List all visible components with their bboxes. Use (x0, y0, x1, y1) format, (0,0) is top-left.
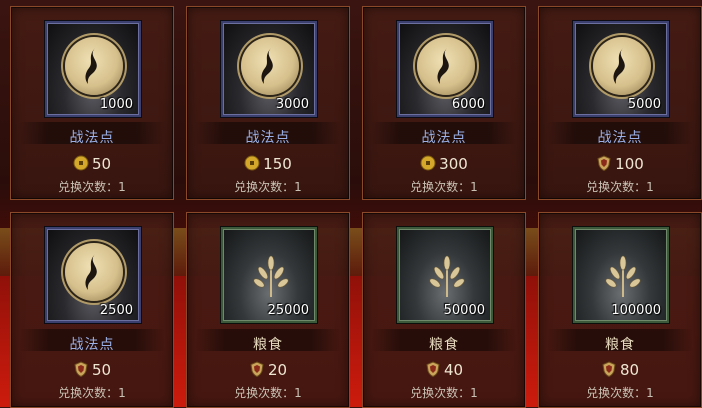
exchange-item-card[interactable]: 100000 粮食 80 兑换次数：1 (538, 212, 702, 408)
exchange-item-card[interactable]: 1000 战法点 50 兑换次数：1 (10, 6, 174, 200)
exchange-item-card[interactable]: 50000 粮食 40 兑换次数：1 (362, 212, 526, 408)
tactic-point-icon (65, 37, 123, 95)
item-icon-frame: 5000 (573, 21, 669, 117)
price-value: 20 (267, 361, 288, 379)
coin-icon (420, 155, 436, 171)
item-name: 战法点 (245, 130, 291, 146)
exchange-limit: 兑换次数：1 (58, 386, 126, 400)
item-quantity: 2500 (99, 303, 133, 318)
price-value: 100 (615, 155, 644, 173)
tactic-point-icon (593, 37, 651, 95)
price-value: 50 (91, 155, 112, 173)
item-quantity: 3000 (275, 97, 309, 112)
grain-icon (605, 255, 641, 297)
tactic-point-icon (65, 243, 123, 301)
price-value: 300 (439, 155, 468, 173)
item-quantity: 5000 (627, 97, 661, 112)
item-price: 100 (539, 155, 701, 173)
item-quantity: 100000 (611, 303, 661, 318)
item-name: 战法点 (421, 130, 467, 146)
item-quantity: 1000 (99, 97, 133, 112)
item-name: 粮食 (253, 337, 283, 353)
exchange-item-card[interactable]: 3000 战法点 150 兑换次数：1 (186, 6, 350, 200)
exchange-limit: 兑换次数：1 (586, 180, 654, 194)
item-price: 50 (11, 155, 173, 173)
exchange-limit: 兑换次数：1 (234, 180, 302, 194)
exchange-limit: 兑换次数：1 (410, 386, 478, 400)
exchange-item-card[interactable]: 5000 战法点 100 兑换次数：1 (538, 6, 702, 200)
item-quantity: 25000 (267, 303, 309, 318)
item-name: 战法点 (69, 130, 115, 146)
shield-token-icon (597, 155, 611, 171)
item-price: 40 (363, 361, 525, 379)
item-price: 50 (11, 361, 173, 379)
price-value: 80 (619, 361, 640, 379)
item-icon-frame: 100000 (573, 227, 669, 323)
shield-token-icon (250, 361, 264, 377)
grain-icon (253, 255, 289, 297)
shield-token-icon (74, 361, 88, 377)
item-icon-frame: 3000 (221, 21, 317, 117)
item-name: 粮食 (429, 337, 459, 353)
item-icon-frame: 6000 (397, 21, 493, 117)
exchange-item-card[interactable]: 6000 战法点 300 兑换次数：1 (362, 6, 526, 200)
item-price: 20 (187, 361, 349, 379)
exchange-limit: 兑换次数：1 (586, 386, 654, 400)
price-value: 150 (263, 155, 292, 173)
item-icon-frame: 25000 (221, 227, 317, 323)
item-price: 150 (187, 155, 349, 173)
exchange-limit: 兑换次数：1 (58, 180, 126, 194)
item-name: 战法点 (597, 130, 643, 146)
price-value: 50 (91, 361, 112, 379)
price-value: 40 (443, 361, 464, 379)
shield-token-icon (602, 361, 616, 377)
exchange-grid: 1000 战法点 50 兑换次数：1 3000 战法点 150 兑换次数：1 6… (0, 0, 702, 408)
grain-icon (429, 255, 465, 297)
item-quantity: 50000 (443, 303, 485, 318)
shield-token-icon (426, 361, 440, 377)
item-price: 80 (539, 361, 701, 379)
item-icon-frame: 1000 (45, 21, 141, 117)
coin-icon (244, 155, 260, 171)
tactic-point-icon (417, 37, 475, 95)
item-quantity: 6000 (451, 97, 485, 112)
item-icon-frame: 50000 (397, 227, 493, 323)
item-icon-frame: 2500 (45, 227, 141, 323)
exchange-item-card[interactable]: 2500 战法点 50 兑换次数：1 (10, 212, 174, 408)
item-name: 粮食 (605, 337, 635, 353)
item-name: 战法点 (69, 337, 115, 353)
exchange-limit: 兑换次数：1 (234, 386, 302, 400)
exchange-limit: 兑换次数：1 (410, 180, 478, 194)
item-price: 300 (363, 155, 525, 173)
coin-icon (73, 155, 89, 171)
tactic-point-icon (241, 37, 299, 95)
exchange-item-card[interactable]: 25000 粮食 20 兑换次数：1 (186, 212, 350, 408)
